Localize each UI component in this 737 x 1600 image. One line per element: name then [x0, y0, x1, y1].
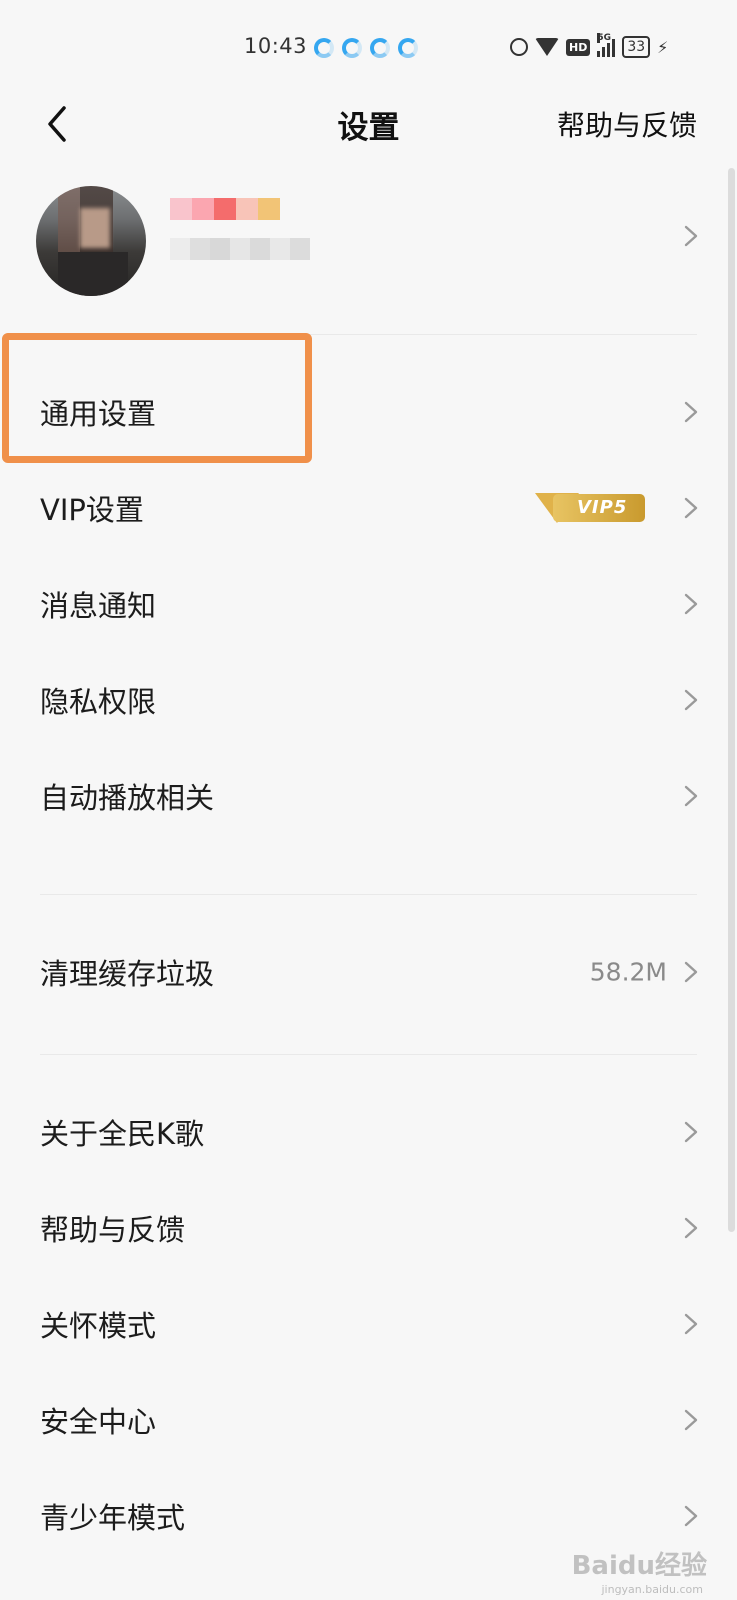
sync-indicators: [314, 38, 418, 58]
chevron-right-icon: [683, 1312, 699, 1336]
battery-icon: 33: [622, 36, 651, 58]
sync-icon: [342, 38, 362, 58]
row-label: 隐私权限: [40, 685, 157, 719]
chevron-right-icon: [683, 400, 699, 424]
avatar[interactable]: [36, 186, 146, 296]
row-label: 关怀模式: [40, 1309, 157, 1343]
nav-header: 设置 帮助与反馈: [0, 96, 737, 152]
chevron-right-icon: [683, 1216, 699, 1240]
chevron-right-icon: [683, 1504, 699, 1528]
profile-card[interactable]: [0, 180, 737, 300]
signal-icon: 5G: [597, 33, 616, 57]
row-label: 清理缓存垃圾: [40, 957, 215, 991]
status-time: 10:43: [244, 34, 308, 58]
status-icons: HD 5G 33 ⚡: [510, 33, 669, 58]
divider: [40, 894, 697, 895]
row-autoplay[interactable]: 自动播放相关: [0, 748, 737, 844]
row-label: 自动播放相关: [40, 781, 215, 815]
row-care-mode[interactable]: 关怀模式: [0, 1276, 737, 1372]
sync-icon: [370, 38, 390, 58]
row-security-center[interactable]: 安全中心: [0, 1372, 737, 1468]
row-clear-cache[interactable]: 清理缓存垃圾 58.2M: [0, 924, 737, 1020]
nickname-blurred: [170, 198, 280, 220]
chevron-right-icon: [683, 592, 699, 616]
row-label: 安全中心: [40, 1405, 157, 1439]
cache-size: 58.2M: [589, 957, 667, 987]
chevron-right-icon: [683, 224, 699, 252]
chevron-right-icon: [683, 1408, 699, 1432]
row-about[interactable]: 关于全民K歌: [0, 1084, 737, 1180]
row-label: 消息通知: [40, 589, 157, 623]
chevron-right-icon: [683, 960, 699, 984]
watermark-url: jingyan.baidu.com: [601, 1583, 703, 1596]
divider: [40, 1054, 697, 1055]
highlight-box: [2, 333, 312, 463]
sync-icon: [398, 38, 418, 58]
chevron-right-icon: [683, 1120, 699, 1144]
help-feedback-link[interactable]: 帮助与反馈: [557, 104, 697, 144]
chevron-right-icon: [683, 688, 699, 712]
row-label: 青少年模式: [40, 1501, 186, 1535]
row-privacy-permissions[interactable]: 隐私权限: [0, 652, 737, 748]
vip-badge: VIP5: [535, 491, 647, 525]
row-label: 关于全民K歌: [40, 1117, 205, 1151]
scrollbar[interactable]: [728, 168, 735, 1232]
vip-level: VIP5: [577, 497, 628, 518]
user-id-blurred: [170, 238, 310, 260]
network-type: 5G: [597, 33, 611, 43]
row-label: 帮助与反馈: [40, 1213, 186, 1247]
charging-icon: ⚡: [657, 37, 669, 57]
row-message-notification[interactable]: 消息通知: [0, 556, 737, 652]
chevron-right-icon: [683, 496, 699, 520]
wifi-icon: [535, 38, 559, 56]
status-bar: 10:43 HD 5G 33 ⚡: [0, 0, 737, 96]
hd-icon: HD: [566, 38, 591, 56]
sync-icon: [314, 38, 334, 58]
chevron-right-icon: [683, 784, 699, 808]
row-help-feedback[interactable]: 帮助与反馈: [0, 1180, 737, 1276]
alarm-icon: [510, 38, 528, 56]
row-label: VIP设置: [40, 493, 144, 527]
watermark: Baidu经验: [571, 1551, 707, 1581]
row-vip-settings[interactable]: VIP设置 VIP5: [0, 460, 737, 556]
